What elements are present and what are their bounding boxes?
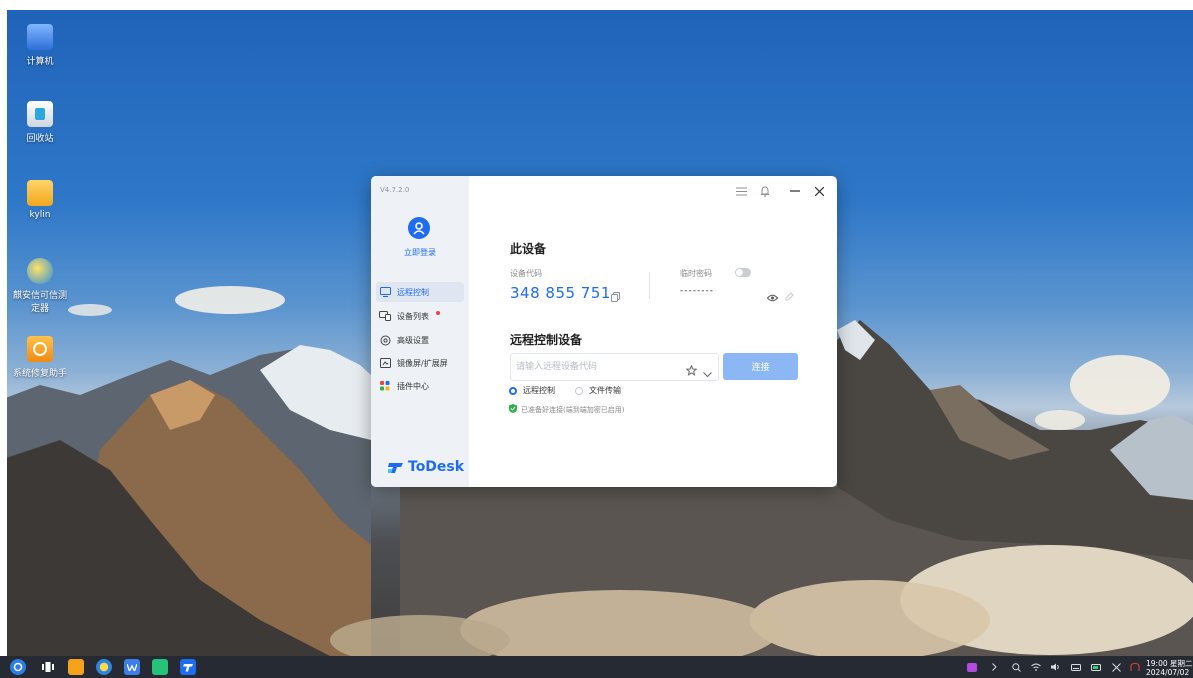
computer-icon <box>27 24 53 50</box>
menu-icon[interactable] <box>733 183 749 199</box>
connection-status: 已准备好连接(端到端加密已启用) <box>509 404 624 415</box>
version-label: V4.7.2.0 <box>380 186 410 194</box>
taskbar: 19:00 星期二 2024/07/02 <box>0 656 1193 678</box>
nav-label: 插件中心 <box>397 381 429 391</box>
divider <box>649 272 650 299</box>
wps-icon[interactable] <box>124 659 140 675</box>
desktop-icon-kylin[interactable]: kylin <box>10 180 70 220</box>
keyboard-icon[interactable] <box>1070 661 1082 673</box>
bell-icon[interactable] <box>757 183 773 199</box>
desktop-icon-label: 计算机 <box>26 57 54 67</box>
close-icon[interactable] <box>811 183 827 199</box>
nav-label: 设备列表 <box>397 311 429 321</box>
temp-password: -------- <box>680 286 714 296</box>
start-menu-icon[interactable] <box>10 659 26 675</box>
this-device-title: 此设备 <box>510 242 547 256</box>
minimize-icon[interactable] <box>787 183 803 199</box>
bluetooth-off-icon[interactable] <box>1110 661 1122 673</box>
nav-device-list[interactable]: 设备列表 <box>376 306 464 326</box>
nav-mirror-screen[interactable]: 镜像屏/扩展屏 <box>376 353 464 373</box>
device-code-label: 设备代码 <box>510 269 542 278</box>
trash-icon <box>27 101 53 127</box>
mode-label: 文件传输 <box>589 386 621 395</box>
radio-unselected[interactable] <box>575 386 583 395</box>
edit-icon[interactable] <box>785 286 794 305</box>
star-icon[interactable] <box>685 361 698 380</box>
multitask-view-icon[interactable] <box>40 659 56 675</box>
brand-name: ToDesk <box>408 459 465 475</box>
mode-remote-control[interactable]: 远程控制 <box>509 385 555 396</box>
device-code: 348 855 751 <box>510 284 611 302</box>
mode-file-transfer[interactable]: 文件传输 <box>575 385 621 396</box>
nav-advanced-settings[interactable]: 高级设置 <box>376 330 464 350</box>
mirror-icon <box>379 357 391 369</box>
window-controls <box>725 183 827 199</box>
nav-label: 镜像屏/扩展屏 <box>397 358 448 368</box>
desktop-icon-label: 麒安信可信测定器 <box>12 291 67 314</box>
nav-plugin-center[interactable]: 插件中心 <box>376 376 464 396</box>
tray-app-icon[interactable] <box>966 661 978 673</box>
temp-password-toggle[interactable] <box>735 268 751 277</box>
search-icon[interactable] <box>1010 661 1022 673</box>
clock-date: 2024/07/02 <box>1146 668 1190 677</box>
browser-icon[interactable] <box>96 659 112 675</box>
shield-check-icon <box>509 404 517 415</box>
clock[interactable]: 19:00 星期二 2024/07/02 <box>1146 659 1193 677</box>
remote-code-field <box>510 353 719 381</box>
remote-control-title: 远程控制设备 <box>510 333 583 347</box>
login-link[interactable]: 立即登录 <box>371 247 469 258</box>
clock-time: 19:00 星期二 <box>1146 659 1193 668</box>
main-panel: 此设备 设备代码 348 855 751 临时密码 -------- 远程控制设… <box>469 176 837 487</box>
remote-code-input[interactable] <box>511 354 676 380</box>
notification-badge <box>436 311 440 315</box>
desktop-icon-trash[interactable]: 回收站 <box>10 101 70 144</box>
nav-label: 高级设置 <box>397 335 429 345</box>
todesk-taskbar-icon[interactable] <box>180 659 196 675</box>
mode-label: 远程控制 <box>523 386 555 395</box>
copy-icon[interactable] <box>611 287 620 306</box>
desktop-icon-label: 系统修复助手 <box>12 369 67 379</box>
volume-icon[interactable] <box>1050 661 1062 673</box>
monitor-icon <box>379 286 391 298</box>
software-store-icon[interactable] <box>152 659 168 675</box>
user-icon <box>413 222 425 235</box>
temp-password-label: 临时密码 <box>680 269 712 278</box>
desktop-icon-label: 回收站 <box>26 134 54 144</box>
sidebar: V4.7.2.0 立即登录 远程控制 设备列表 高级设置 镜像屏/扩展屏 插件中… <box>371 176 469 487</box>
file-manager-icon[interactable] <box>68 659 84 675</box>
eye-icon[interactable] <box>766 287 779 306</box>
radio-selected[interactable] <box>509 386 517 395</box>
desktop-icon-label: kylin <box>29 210 51 220</box>
devices-icon <box>379 310 391 322</box>
todesk-logo: ToDesk <box>388 459 464 475</box>
nav-label: 远程控制 <box>397 287 429 297</box>
nav-remote-control[interactable]: 远程控制 <box>376 282 464 302</box>
screen-border-left <box>0 0 7 678</box>
desktop-icon-computer[interactable]: 计算机 <box>10 24 70 67</box>
status-text: 已准备好连接(端到端加密已启用) <box>521 405 625 414</box>
connect-button[interactable]: 连接 <box>723 353 798 380</box>
chevron-down-icon[interactable] <box>703 363 712 382</box>
kylin-security-icon <box>27 258 53 284</box>
todesk-window: V4.7.2.0 立即登录 远程控制 设备列表 高级设置 镜像屏/扩展屏 插件中… <box>371 176 837 487</box>
folder-icon <box>27 180 53 206</box>
desktop-icon-kylin-security[interactable]: 麒安信可信测定器 <box>10 258 70 314</box>
avatar[interactable] <box>408 217 430 239</box>
wifi-icon[interactable] <box>1030 661 1042 673</box>
chevron-right-icon[interactable] <box>988 661 1000 673</box>
battery-icon[interactable] <box>1090 661 1102 673</box>
desktop-icon-repair[interactable]: 系统修复助手 <box>10 336 70 379</box>
plugin-icon <box>379 380 391 392</box>
mode-selector: 远程控制 文件传输 <box>509 385 621 396</box>
todesk-logo-icon <box>388 462 403 473</box>
notification-icon[interactable] <box>1129 661 1141 673</box>
repair-icon <box>27 336 53 362</box>
settings-icon <box>379 334 391 346</box>
screen-border-top <box>0 0 1193 10</box>
